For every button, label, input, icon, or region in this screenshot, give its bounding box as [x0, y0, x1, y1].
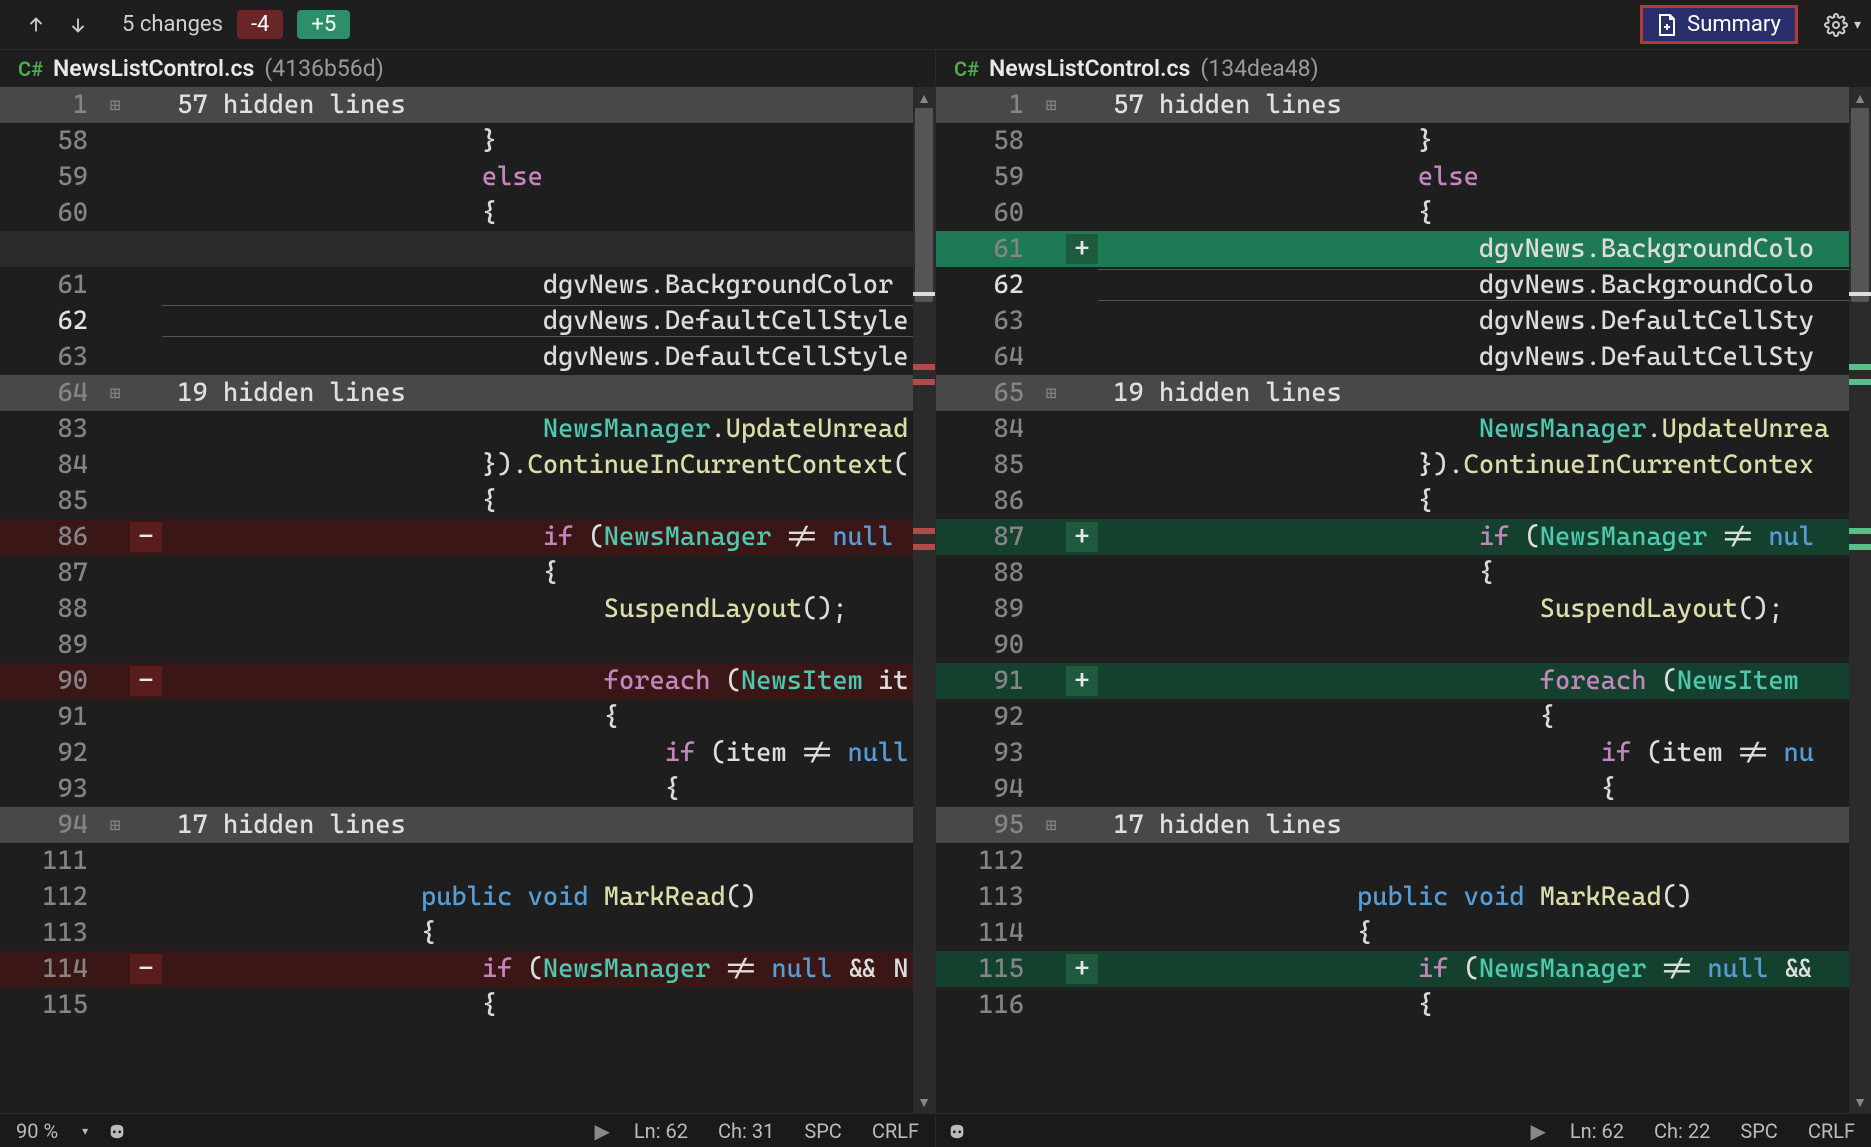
- code-line[interactable]: 65⊞ 19 hidden lines: [936, 375, 1871, 411]
- csharp-icon: C#: [954, 57, 979, 81]
- next-change-button[interactable]: [66, 13, 90, 37]
- code-line[interactable]: 115 {: [0, 987, 935, 1023]
- removed-count-badge: -4: [237, 10, 283, 39]
- fold-toggle[interactable]: ⊞: [1036, 383, 1066, 404]
- diff-toolbar: 5 changes -4 +5 Summary ▾: [0, 0, 1871, 50]
- code-line[interactable]: 61+ dgvNews.BackgroundColo: [936, 231, 1871, 267]
- code-line[interactable]: 113 {: [0, 915, 935, 951]
- code-line[interactable]: 88 SuspendLayout();: [0, 591, 935, 627]
- hscroll-right-icon[interactable]: ▶: [594, 1119, 609, 1143]
- summary-label: Summary: [1687, 12, 1781, 37]
- code-line[interactable]: 89: [0, 627, 935, 663]
- right-scrollbar[interactable]: ▲ ▼: [1849, 87, 1871, 1113]
- left-pane: C# NewsListControl.cs (4136b56d) 1⊞ 57 h…: [0, 50, 935, 1113]
- csharp-icon: C#: [18, 57, 43, 81]
- code-line[interactable]: 85 }).ContinueInCurrentContex: [936, 447, 1871, 483]
- code-line[interactable]: 90- foreach (NewsItem it: [0, 663, 935, 699]
- code-line[interactable]: 114 {: [936, 915, 1871, 951]
- code-line[interactable]: 112 public void MarkRead(): [0, 879, 935, 915]
- code-line[interactable]: 62 dgvNews.BackgroundColo: [936, 267, 1871, 303]
- code-line[interactable]: 64 dgvNews.DefaultCellSty: [936, 339, 1871, 375]
- code-line[interactable]: 1⊞ 57 hidden lines: [0, 87, 935, 123]
- right-line-indicator[interactable]: Ln: 62: [1564, 1119, 1630, 1143]
- right-col-indicator[interactable]: Ch: 22: [1648, 1119, 1716, 1143]
- code-line[interactable]: 58 }: [0, 123, 935, 159]
- code-line[interactable]: 91+ foreach (NewsItem: [936, 663, 1871, 699]
- left-col-indicator[interactable]: Ch: 31: [712, 1119, 780, 1143]
- gear-icon: [1824, 13, 1848, 37]
- chevron-down-icon: ▾: [1854, 17, 1861, 33]
- code-line[interactable]: 60 {: [936, 195, 1871, 231]
- fold-toggle[interactable]: ⊞: [100, 383, 130, 404]
- code-line[interactable]: 89 SuspendLayout();: [936, 591, 1871, 627]
- left-scrollbar[interactable]: ▲ ▼: [913, 87, 935, 1113]
- code-line[interactable]: 116 {: [936, 987, 1871, 1023]
- code-line[interactable]: 1⊞ 57 hidden lines: [936, 87, 1871, 123]
- code-line[interactable]: 94⊞ 17 hidden lines: [0, 807, 935, 843]
- right-eol-mode[interactable]: CRLF: [1802, 1119, 1861, 1143]
- left-file-name: NewsListControl.cs: [53, 55, 254, 82]
- code-line[interactable]: 113 public void MarkRead(): [936, 879, 1871, 915]
- code-line[interactable]: 86- if (NewsManager != null: [0, 519, 935, 555]
- code-line[interactable]: 63 dgvNews.DefaultCellStyle: [0, 339, 935, 375]
- left-editor[interactable]: 1⊞ 57 hidden lines58 }59 else60 { 61 dgvN…: [0, 87, 935, 1113]
- right-whitespace-mode[interactable]: SPC: [1734, 1119, 1784, 1143]
- code-line[interactable]: 92 {: [936, 699, 1871, 735]
- copilot-icon[interactable]: [946, 1122, 968, 1140]
- code-line[interactable]: 88 {: [936, 555, 1871, 591]
- code-line[interactable]: 87 {: [0, 555, 935, 591]
- code-line[interactable]: 63 dgvNews.DefaultCellSty: [936, 303, 1871, 339]
- code-line[interactable]: 111: [0, 843, 935, 879]
- code-line[interactable]: 62 dgvNews.DefaultCellStyle: [0, 303, 935, 339]
- code-line[interactable]: 91 {: [0, 699, 935, 735]
- added-count-badge: +5: [297, 10, 350, 39]
- summary-icon: [1657, 13, 1677, 37]
- right-pane: C# NewsListControl.cs (134dea48) 1⊞ 57 h…: [935, 50, 1871, 1113]
- code-line[interactable]: 87+ if (NewsManager != nul: [936, 519, 1871, 555]
- changes-count: 5 changes: [122, 12, 223, 37]
- code-line[interactable]: 114- if (NewsManager != null && N: [0, 951, 935, 987]
- code-line[interactable]: 84 NewsManager.UpdateUnrea: [936, 411, 1871, 447]
- left-file-hash: (4136b56d): [264, 55, 383, 82]
- left-whitespace-mode[interactable]: SPC: [798, 1119, 848, 1143]
- status-bar: 90 % ▾ ▶ Ln: 62 Ch: 31 SPC CRLF ▶ Ln: 62…: [0, 1113, 1871, 1147]
- code-line[interactable]: 83 NewsManager.UpdateUnread: [0, 411, 935, 447]
- prev-change-button[interactable]: [24, 13, 48, 37]
- right-editor[interactable]: 1⊞ 57 hidden lines58 }59 else60 {61+ dgv…: [936, 87, 1871, 1113]
- code-line[interactable]: 59 else: [936, 159, 1871, 195]
- code-line[interactable]: 115+ if (NewsManager != null &&: [936, 951, 1871, 987]
- hscroll-right-icon[interactable]: ▶: [1530, 1119, 1545, 1143]
- zoom-level[interactable]: 90 %: [10, 1119, 64, 1143]
- summary-button[interactable]: Summary: [1640, 5, 1798, 44]
- code-line[interactable]: 90: [936, 627, 1871, 663]
- code-line[interactable]: 60 {: [0, 195, 935, 231]
- code-line[interactable]: 93 if (item != nu: [936, 735, 1871, 771]
- left-line-indicator[interactable]: Ln: 62: [628, 1119, 694, 1143]
- right-file-hash: (134dea48): [1200, 55, 1318, 82]
- left-eol-mode[interactable]: CRLF: [866, 1119, 925, 1143]
- fold-toggle[interactable]: ⊞: [100, 815, 130, 836]
- code-line[interactable]: 61 dgvNews.BackgroundColor: [0, 267, 935, 303]
- code-line[interactable]: 64⊞ 19 hidden lines: [0, 375, 935, 411]
- fold-toggle[interactable]: ⊞: [1036, 95, 1066, 116]
- code-line[interactable]: 93 {: [0, 771, 935, 807]
- diff-area: C# NewsListControl.cs (4136b56d) 1⊞ 57 h…: [0, 50, 1871, 1113]
- fold-toggle[interactable]: ⊞: [1036, 815, 1066, 836]
- code-line[interactable]: 59 else: [0, 159, 935, 195]
- code-line[interactable]: 85 {: [0, 483, 935, 519]
- code-line[interactable]: [0, 231, 935, 267]
- code-line[interactable]: 112: [936, 843, 1871, 879]
- chevron-down-icon[interactable]: ▾: [82, 1124, 88, 1138]
- code-line[interactable]: 84 }).ContinueInCurrentContext(: [0, 447, 935, 483]
- code-line[interactable]: 86 {: [936, 483, 1871, 519]
- code-line[interactable]: 95⊞ 17 hidden lines: [936, 807, 1871, 843]
- code-line[interactable]: 94 {: [936, 771, 1871, 807]
- copilot-icon[interactable]: [106, 1122, 128, 1140]
- fold-toggle[interactable]: ⊞: [100, 95, 130, 116]
- right-file-name: NewsListControl.cs: [989, 55, 1190, 82]
- code-line[interactable]: 92 if (item != null: [0, 735, 935, 771]
- code-line[interactable]: 58 }: [936, 123, 1871, 159]
- settings-button[interactable]: ▾: [1824, 13, 1861, 37]
